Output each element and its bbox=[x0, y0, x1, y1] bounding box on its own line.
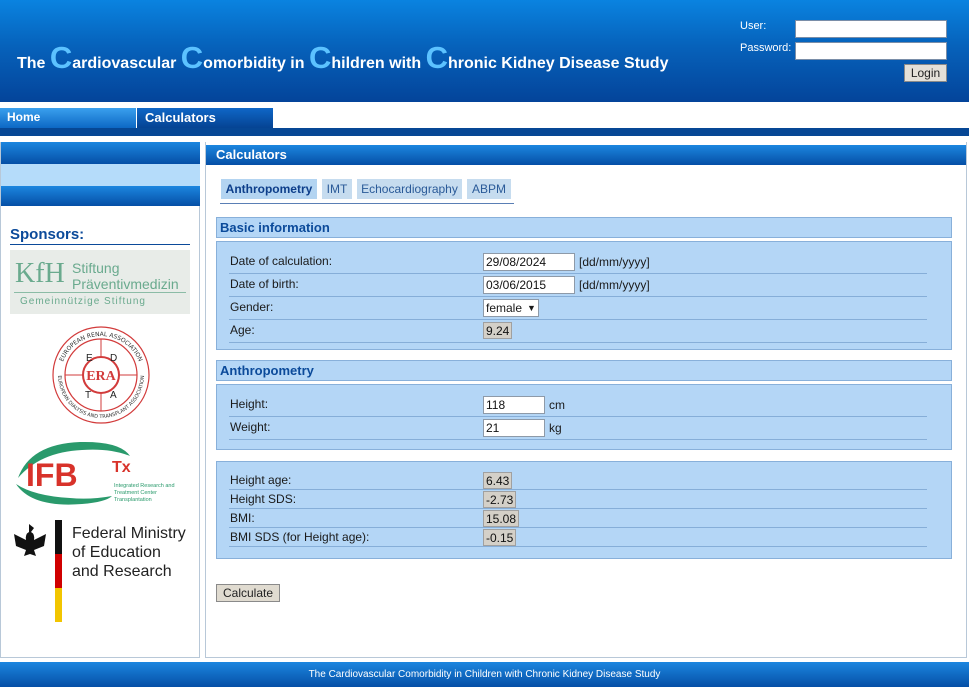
era-center-text: ERA bbox=[86, 369, 116, 384]
federal-eagle-icon bbox=[14, 520, 62, 622]
kfh-logo-mark: KfH bbox=[15, 258, 65, 289]
weight-input[interactable] bbox=[483, 419, 545, 437]
ifb-line3: Transplantation bbox=[114, 497, 152, 503]
height-input[interactable] bbox=[483, 396, 545, 414]
ifb-tx: Tx bbox=[112, 459, 131, 476]
tab-anthropometry[interactable]: Anthropometry bbox=[221, 179, 317, 199]
sidebar-header-bar bbox=[1, 142, 200, 164]
date-format-hint: [dd/mm/yyyy] bbox=[579, 255, 650, 269]
nav-divider-bar bbox=[0, 128, 969, 136]
ifb-line2: Treatment Center bbox=[114, 490, 157, 496]
age-value: 9.24 bbox=[483, 322, 513, 339]
date-format-hint: [dd/mm/yyyy] bbox=[579, 278, 650, 292]
bmi-row: BMI: 15.08 bbox=[229, 509, 927, 528]
chevron-down-icon: ▼ bbox=[527, 303, 536, 313]
nav-tab-home[interactable]: Home bbox=[0, 108, 136, 130]
ifb-tx-logo[interactable]: IFB Tx Integrated Research and Treatment… bbox=[10, 438, 190, 508]
gender-label: Gender: bbox=[230, 300, 274, 314]
bmbf-line2: of Education bbox=[72, 544, 161, 561]
sidebar-empty-panel bbox=[1, 164, 200, 186]
kfh-logo-divider bbox=[14, 292, 186, 293]
era-letter-t: T bbox=[85, 390, 91, 401]
bmi-sds-label: BMI SDS (for Height age): bbox=[230, 530, 370, 544]
date-of-calculation-label: Date of calculation: bbox=[230, 254, 333, 268]
user-input[interactable] bbox=[795, 20, 947, 38]
ifb-line1: Integrated Research and bbox=[114, 483, 175, 489]
calculator-tabs: Anthropometry IMT Echocardiography ABPM bbox=[220, 178, 514, 204]
main-nav: Home Calculators bbox=[0, 102, 969, 138]
tab-imt[interactable]: IMT bbox=[322, 179, 352, 199]
era-letter-e: E bbox=[86, 353, 93, 364]
ifb-mark: IFB bbox=[26, 457, 78, 493]
kfh-logo-line3: Gemeinnützige Stiftung bbox=[20, 296, 146, 307]
ifb-tx-logo-icon: IFB Tx Integrated Research and Treatment… bbox=[16, 441, 175, 505]
gender-select-value: female bbox=[486, 301, 523, 315]
bmi-label: BMI: bbox=[230, 511, 255, 525]
height-sds-label: Height SDS: bbox=[230, 492, 297, 506]
era-letter-a: A bbox=[110, 390, 117, 401]
password-label: Password: bbox=[740, 42, 792, 54]
height-label: Height: bbox=[230, 397, 269, 411]
site-header: The Cardiovascular Comorbidity in Childr… bbox=[0, 0, 969, 102]
kfh-logo-line1: Stiftung bbox=[72, 260, 120, 276]
age-label: Age: bbox=[230, 323, 255, 337]
height-age-label: Height age: bbox=[230, 473, 292, 487]
weight-row: Weight: kg bbox=[229, 417, 927, 440]
weight-label: Weight: bbox=[230, 420, 271, 434]
era-letter-d: D bbox=[110, 353, 117, 364]
login-button[interactable]: Login bbox=[904, 64, 947, 82]
era-edta-seal-icon: EUROPEAN RENAL ASSOCIATION EUROPEAN DIAL… bbox=[52, 326, 150, 424]
user-label: User: bbox=[740, 20, 767, 32]
sidebar: Sponsors: KfH Stiftung Präventivmedizin … bbox=[0, 142, 200, 658]
date-of-birth-label: Date of birth: bbox=[230, 277, 299, 291]
height-sds-value: -2.73 bbox=[483, 491, 517, 508]
height-age-value: 6.43 bbox=[483, 472, 513, 489]
bmi-sds-row: BMI SDS (for Height age): -0.15 bbox=[229, 528, 927, 547]
date-of-birth-input[interactable] bbox=[483, 276, 575, 294]
kfh-logo-line2: Präventivmedizin bbox=[72, 276, 179, 292]
height-sds-row: Height SDS: -2.73 bbox=[229, 490, 927, 509]
site-footer: The Cardiovascular Comorbidity in Childr… bbox=[0, 662, 969, 687]
height-row: Height: cm bbox=[229, 394, 927, 417]
tab-echocardiography[interactable]: Echocardiography bbox=[357, 179, 462, 199]
bmi-sds-value: -0.15 bbox=[483, 529, 517, 546]
sponsors-title: Sponsors: bbox=[10, 226, 190, 245]
date-of-birth-row: Date of birth: [dd/mm/yyyy] bbox=[229, 274, 927, 297]
tab-abpm[interactable]: ABPM bbox=[467, 179, 511, 199]
site-title: The Cardiovascular Comorbidity in Childr… bbox=[17, 40, 669, 75]
date-of-calculation-input[interactable] bbox=[483, 253, 575, 271]
anthropometry-title: Anthropometry bbox=[216, 360, 952, 381]
anthropometry-box: Height: cm Weight: kg bbox=[216, 384, 952, 450]
basic-information-title: Basic information bbox=[216, 217, 952, 238]
results-box: Height age: 6.43 Height SDS: -2.73 BMI: … bbox=[216, 461, 952, 559]
main-panel: Calculators Anthropometry IMT Echocardio… bbox=[205, 142, 967, 658]
bmbf-line1: Federal Ministry bbox=[72, 525, 186, 542]
height-age-row: Height age: 6.43 bbox=[229, 471, 927, 490]
bmbf-line3: and Research bbox=[72, 563, 172, 580]
bmbf-logo-text: Federal Ministry of Education and Resear… bbox=[72, 524, 186, 581]
password-input[interactable] bbox=[795, 42, 947, 60]
weight-unit: kg bbox=[549, 421, 562, 435]
gender-row: Gender: female ▼ bbox=[229, 297, 927, 320]
sidebar-footer-bar bbox=[1, 186, 200, 206]
nav-tab-calculators[interactable]: Calculators bbox=[137, 108, 273, 130]
height-unit: cm bbox=[549, 398, 565, 412]
bmi-value: 15.08 bbox=[483, 510, 520, 527]
age-row: Age: 9.24 bbox=[229, 320, 927, 343]
calculate-button[interactable]: Calculate bbox=[216, 584, 280, 602]
kfh-logo[interactable]: KfH Stiftung Präventivmedizin Gemeinnütz… bbox=[10, 250, 190, 314]
gender-select[interactable]: female ▼ bbox=[483, 299, 539, 317]
date-of-calculation-row: Date of calculation: [dd/mm/yyyy] bbox=[229, 251, 927, 274]
bmbf-logo[interactable]: Federal Ministry of Education and Resear… bbox=[10, 520, 190, 622]
era-edta-logo[interactable]: EUROPEAN RENAL ASSOCIATION EUROPEAN DIAL… bbox=[46, 325, 156, 425]
main-title: Calculators bbox=[206, 145, 966, 165]
basic-information-box: Date of calculation: [dd/mm/yyyy] Date o… bbox=[216, 241, 952, 350]
